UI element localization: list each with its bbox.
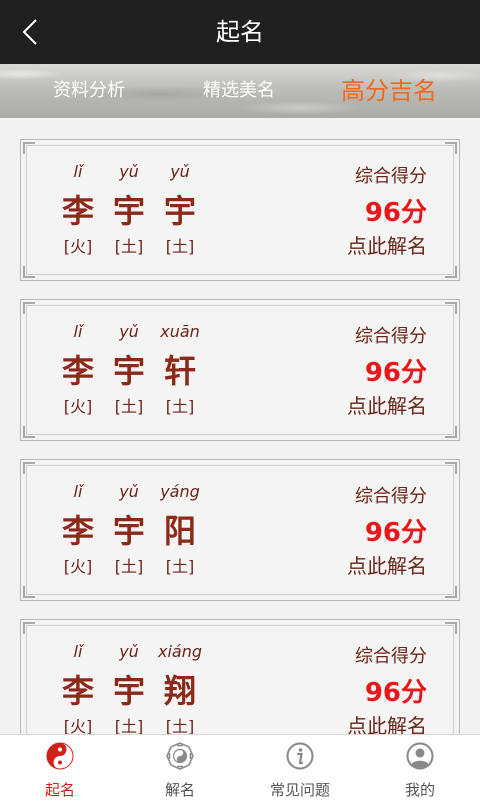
frame-corner (445, 622, 457, 634)
score-value: 96分 (364, 358, 427, 388)
explain-name-link[interactable]: 点此解名 (347, 230, 427, 259)
name-card[interactable]: lǐ yǔ yǔ 李 宇 宇 [火] [土] [土] 综合得分 96分 点此解名 (20, 139, 460, 281)
frame-corner (445, 266, 457, 278)
frame-corner (445, 426, 457, 438)
element-tag: [火] (63, 237, 93, 256)
tab-selected-names[interactable]: 精选美名 (180, 64, 298, 118)
score-label: 综合得分 (355, 486, 427, 507)
tab-bar: 资料分析 精选美名 高分吉名 (0, 64, 480, 118)
frame-corner (23, 586, 35, 598)
element-tag: [土] (114, 717, 144, 734)
name-list[interactable]: lǐ yǔ yǔ 李 宇 宇 [火] [土] [土] 综合得分 96分 点此解名… (0, 118, 480, 734)
name-character: 宇 (112, 672, 145, 710)
pinyin: yǔ (119, 162, 139, 181)
frame-corner (445, 302, 457, 314)
nav-label: 常见问题 (269, 781, 330, 799)
frame-corner (23, 302, 35, 314)
element-tag: [土] (165, 557, 195, 576)
info-icon (286, 742, 314, 770)
element-tag: [土] (165, 717, 195, 734)
score-value: 96分 (364, 198, 427, 228)
name-card[interactable]: lǐ yǔ xiáng 李 宇 翔 [火] [土] [土] 综合得分 96分 点… (20, 619, 460, 734)
name-character: 宇 (163, 192, 196, 230)
element-tag: [火] (63, 717, 93, 734)
nav-item-mine[interactable]: 我的 (360, 735, 480, 800)
pinyin: yǔ (119, 322, 139, 341)
pinyin: lǐ (73, 482, 83, 501)
name-character: 李 (61, 352, 94, 390)
name-character: 李 (61, 512, 94, 550)
explain-name-link[interactable]: 点此解名 (347, 710, 427, 734)
explain-name-link[interactable]: 点此解名 (347, 550, 427, 579)
element-tag: [火] (63, 397, 93, 416)
frame-corner (23, 426, 35, 438)
pinyin: yǔ (170, 162, 190, 181)
bottom-nav: 起名 解名 常见问题 我的 (0, 734, 480, 800)
frame-corner (445, 462, 457, 474)
pinyin: lǐ (73, 162, 83, 181)
pinyin: yǔ (119, 642, 139, 661)
score-label: 综合得分 (355, 646, 427, 667)
nav-label: 我的 (404, 781, 435, 799)
frame-corner (445, 586, 457, 598)
top-bar: 起名 (0, 0, 480, 64)
name-character: 宇 (112, 192, 145, 230)
pinyin: lǐ (73, 642, 83, 661)
score-label: 综合得分 (355, 166, 427, 187)
pinyin: xiáng (158, 642, 203, 661)
frame-corner (445, 142, 457, 154)
pinyin: xuān (160, 322, 200, 341)
element-tag: [土] (114, 557, 144, 576)
nav-label: 解名 (164, 781, 195, 799)
element-tag: [火] (63, 557, 93, 576)
frame-corner (23, 142, 35, 154)
nav-item-interpret[interactable]: 解名 (120, 735, 240, 800)
name-character: 阳 (163, 512, 196, 550)
frame-corner (23, 462, 35, 474)
tab-high-score-names[interactable]: 高分吉名 (330, 64, 448, 118)
name-character: 轩 (163, 352, 196, 390)
yin-yang-icon (46, 742, 74, 770)
score-label: 综合得分 (355, 326, 427, 347)
nav-item-naming[interactable]: 起名 (0, 735, 120, 800)
page-title: 起名 (216, 18, 264, 46)
element-tag: [土] (114, 397, 144, 416)
name-character: 宇 (112, 352, 145, 390)
nav-item-faq[interactable]: 常见问题 (240, 735, 360, 800)
name-character: 宇 (112, 512, 145, 550)
pinyin: lǐ (73, 322, 83, 341)
pinyin: yáng (160, 482, 200, 501)
name-character: 李 (61, 672, 94, 710)
frame-corner (23, 266, 35, 278)
bagua-icon (166, 742, 194, 770)
tab-data-analysis[interactable]: 资料分析 (30, 64, 148, 118)
score-value: 96分 (364, 678, 427, 708)
element-tag: [土] (165, 237, 195, 256)
name-card[interactable]: lǐ yǔ xuān 李 宇 轩 [火] [土] [土] 综合得分 96分 点此… (20, 299, 460, 441)
name-character: 李 (61, 192, 94, 230)
element-tag: [土] (165, 397, 195, 416)
nav-label: 起名 (44, 781, 75, 799)
name-card[interactable]: lǐ yǔ yáng 李 宇 阳 [火] [土] [土] 综合得分 96分 点此… (20, 459, 460, 601)
frame-corner (23, 622, 35, 634)
score-value: 96分 (364, 518, 427, 548)
pinyin: yǔ (119, 482, 139, 501)
element-tag: [土] (114, 237, 144, 256)
explain-name-link[interactable]: 点此解名 (347, 390, 427, 419)
name-character: 翔 (163, 672, 196, 710)
user-icon (406, 742, 434, 770)
